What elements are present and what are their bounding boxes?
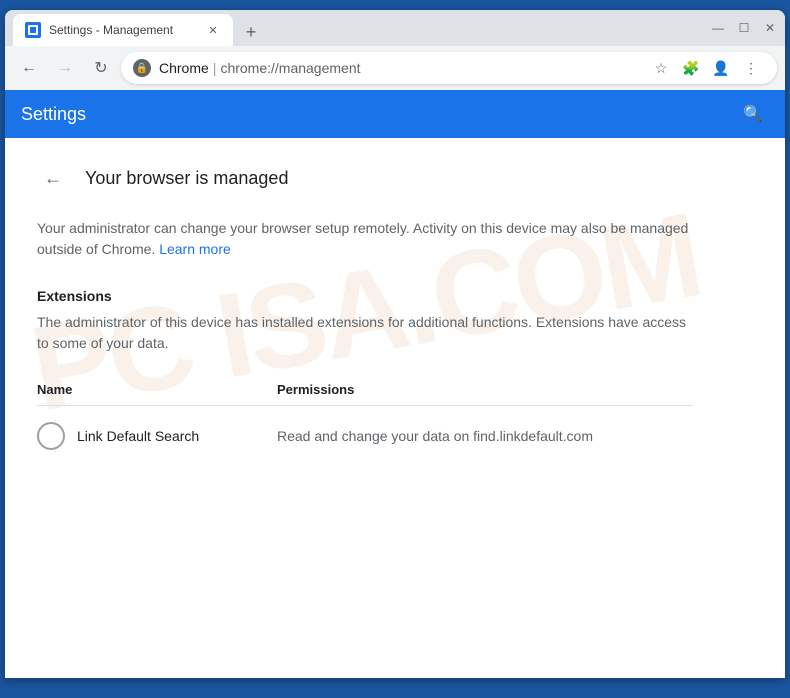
extension-name: Link Default Search <box>77 428 199 444</box>
learn-more-link[interactable]: Learn more <box>159 241 231 257</box>
new-tab-button[interactable]: + <box>237 18 265 46</box>
navigation-bar: ← → ↻ 🔒 Chrome|chrome://management ☆ 🧩 👤… <box>5 46 785 90</box>
tab-title: Settings - Management <box>49 23 197 37</box>
tab-area: Settings - Management ✕ + <box>13 10 703 46</box>
address-path: chrome://management <box>220 60 360 76</box>
address-text: Chrome|chrome://management <box>159 60 639 76</box>
maximize-button[interactable]: ☐ <box>737 21 751 35</box>
title-bar: Settings - Management ✕ + — ☐ ✕ <box>5 10 785 46</box>
address-actions: ☆ 🧩 👤 ⋮ <box>647 54 765 82</box>
extensions-table-header: Name Permissions <box>37 374 693 406</box>
tab-close-button[interactable]: ✕ <box>205 22 221 38</box>
active-tab[interactable]: Settings - Management ✕ <box>13 14 233 46</box>
managed-description: Your administrator can change your brows… <box>37 218 693 260</box>
page-title: Your browser is managed <box>85 168 288 189</box>
bookmark-button[interactable]: ☆ <box>647 54 675 82</box>
settings-search-button[interactable]: 🔍 <box>737 98 769 130</box>
close-button[interactable]: ✕ <box>763 21 777 35</box>
minimize-button[interactable]: — <box>711 21 725 35</box>
settings-title: Settings <box>21 104 86 125</box>
extension-permissions: Read and change your data on find.linkde… <box>277 428 693 444</box>
page-content: PC ISA.COM ← Your browser is managed You… <box>5 138 725 486</box>
extensions-button[interactable]: 🧩 <box>677 54 705 82</box>
content-area: PC ISA.COM ← Your browser is managed You… <box>5 138 785 678</box>
page-inner: ← Your browser is managed Your administr… <box>37 162 693 462</box>
permissions-column-header: Permissions <box>277 382 693 397</box>
extensions-section-title: Extensions <box>37 288 693 304</box>
tab-favicon-inner <box>28 25 38 35</box>
account-button[interactable]: 👤 <box>707 54 735 82</box>
browser-window: Settings - Management ✕ + — ☐ ✕ ← → ↻ 🔒 … <box>5 10 785 678</box>
table-row: Link Default Search Read and change your… <box>37 410 693 462</box>
address-bar[interactable]: 🔒 Chrome|chrome://management ☆ 🧩 👤 ⋮ <box>121 52 777 84</box>
extension-icon <box>37 422 65 450</box>
window-controls: — ☐ ✕ <box>711 21 777 35</box>
extensions-section-description: The administrator of this device has ins… <box>37 312 693 354</box>
page-back-button[interactable]: ← <box>37 162 69 194</box>
menu-button[interactable]: ⋮ <box>737 54 765 82</box>
forward-button[interactable]: → <box>49 52 81 84</box>
address-domain: Chrome <box>159 60 209 76</box>
name-column-header: Name <box>37 382 277 397</box>
tab-favicon <box>25 22 41 38</box>
extension-name-cell: Link Default Search <box>37 422 277 450</box>
site-favicon: 🔒 <box>133 59 151 77</box>
page-header: ← Your browser is managed <box>37 162 693 194</box>
address-separator: | <box>213 60 217 76</box>
back-button[interactable]: ← <box>13 52 45 84</box>
settings-header: Settings 🔍 <box>5 90 785 138</box>
refresh-button[interactable]: ↻ <box>85 52 117 84</box>
